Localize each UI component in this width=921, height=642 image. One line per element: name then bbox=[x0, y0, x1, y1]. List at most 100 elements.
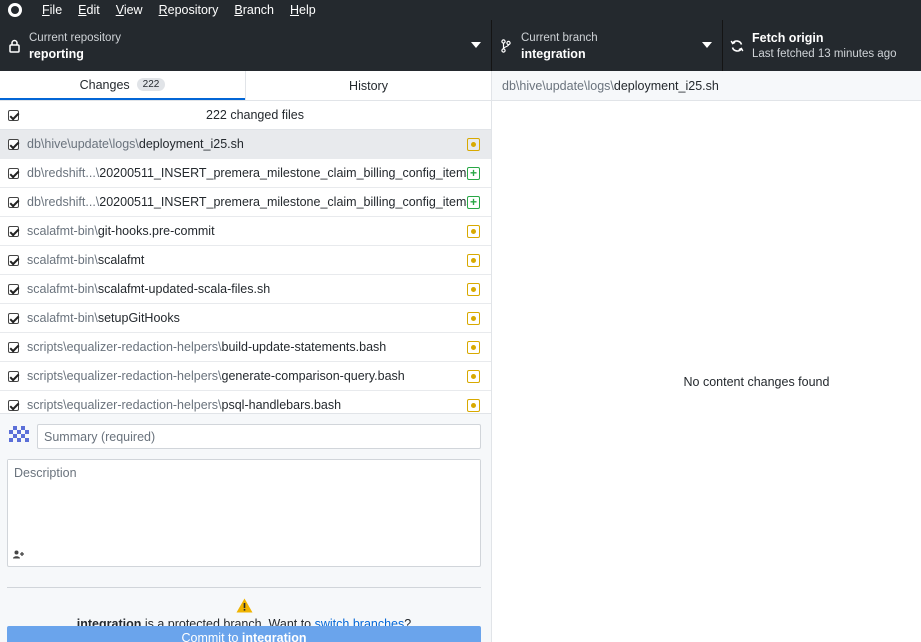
file-row[interactable]: scalafmt-bin\scalafmt-updated-scala-file… bbox=[0, 275, 491, 304]
commit-description-input[interactable] bbox=[8, 460, 480, 540]
commit-button-prefix: Commit to bbox=[181, 631, 242, 642]
file-checkbox[interactable] bbox=[8, 196, 19, 208]
current-branch-text: Current branch integration bbox=[521, 30, 598, 62]
current-repository-text: Current repository reporting bbox=[29, 30, 121, 62]
modified-status-icon bbox=[467, 253, 480, 267]
file-dir: db\redshift...\ bbox=[27, 166, 100, 180]
file-checkbox[interactable] bbox=[8, 312, 19, 324]
tab-history-label: History bbox=[349, 78, 388, 93]
diff-path-name: deployment_i25.sh bbox=[613, 78, 719, 93]
tab-history[interactable]: History bbox=[245, 71, 491, 100]
file-dir: db\hive\update\logs\ bbox=[27, 137, 139, 151]
menu-view[interactable]: View bbox=[108, 3, 151, 17]
file-checkbox[interactable] bbox=[8, 370, 19, 382]
commit-description-box bbox=[7, 459, 481, 567]
github-logo-icon bbox=[8, 3, 22, 17]
file-name: scalafmt-updated-scala-files.sh bbox=[97, 282, 271, 296]
file-checkbox[interactable] bbox=[8, 399, 19, 411]
file-path: scalafmt-bin\scalafmt bbox=[27, 253, 467, 267]
toolbar: Current repository reporting Current bra… bbox=[0, 20, 921, 71]
diff-path-dir: db\hive\update\logs\ bbox=[502, 78, 614, 93]
file-path: db\hive\update\logs\deployment_i25.sh bbox=[27, 137, 467, 151]
warning-icon bbox=[236, 598, 253, 613]
current-repository-button[interactable]: Current repository reporting bbox=[0, 20, 492, 71]
file-path: scalafmt-bin\scalafmt-updated-scala-file… bbox=[27, 282, 467, 296]
select-all-checkbox[interactable] bbox=[8, 109, 19, 121]
menu-help[interactable]: Help bbox=[282, 3, 324, 17]
fetch-origin-button[interactable]: Fetch origin Last fetched 13 minutes ago bbox=[723, 20, 921, 71]
protected-branch-warning: integration is a protected branch. Want … bbox=[7, 587, 481, 631]
file-row[interactable]: db\redshift...\20200511_INSERT_premera_m… bbox=[0, 188, 491, 217]
file-path: scalafmt-bin\setupGitHooks bbox=[27, 311, 467, 325]
file-row[interactable]: scripts\equalizer-redaction-helpers\psql… bbox=[0, 391, 491, 413]
file-name: deployment_i25.sh bbox=[138, 137, 244, 151]
file-checkbox[interactable] bbox=[8, 341, 19, 353]
added-status-icon: + bbox=[467, 195, 480, 209]
menu-edit[interactable]: Edit bbox=[70, 3, 108, 17]
menu-branch[interactable]: Branch bbox=[226, 3, 282, 17]
add-coauthor-icon[interactable] bbox=[13, 550, 25, 562]
file-row[interactable]: scripts\equalizer-redaction-helpers\buil… bbox=[0, 333, 491, 362]
file-name: generate-comparison-query.bash bbox=[221, 369, 405, 383]
commit-button[interactable]: Commit to integration bbox=[7, 626, 481, 642]
changes-count-badge: 222 bbox=[136, 78, 166, 91]
modified-status-icon bbox=[467, 282, 480, 296]
file-name: 20200511_INSERT_premera_milestone_claim_… bbox=[99, 166, 467, 180]
file-checkbox[interactable] bbox=[8, 138, 19, 150]
last-fetched-text: Last fetched 13 minutes ago bbox=[752, 47, 897, 60]
modified-status-icon bbox=[467, 398, 480, 412]
tab-bar: Changes 222 History bbox=[0, 71, 491, 101]
file-path: scripts\equalizer-redaction-helpers\psql… bbox=[27, 398, 467, 412]
modified-status-icon bbox=[467, 340, 480, 354]
menu-bar: File Edit View Repository Branch Help bbox=[0, 0, 921, 20]
file-path: scripts\equalizer-redaction-helpers\gene… bbox=[27, 369, 467, 383]
diff-file-path: db\hive\update\logs\ deployment_i25.sh bbox=[492, 71, 921, 101]
fetch-origin-text: Fetch origin Last fetched 13 minutes ago bbox=[752, 30, 897, 62]
file-name: build-update-statements.bash bbox=[221, 340, 387, 354]
file-checkbox[interactable] bbox=[8, 225, 19, 237]
file-path: db\redshift...\20200511_INSERT_premera_m… bbox=[27, 195, 467, 209]
current-branch-label: Current branch bbox=[521, 31, 598, 44]
file-dir: scalafmt-bin\ bbox=[27, 224, 98, 238]
chevron-down-icon bbox=[471, 42, 481, 48]
git-branch-icon bbox=[499, 38, 513, 53]
file-checkbox[interactable] bbox=[8, 254, 19, 266]
file-row[interactable]: db\redshift...\20200511_INSERT_premera_m… bbox=[0, 159, 491, 188]
file-name: git-hooks.pre-commit bbox=[97, 224, 215, 238]
modified-status-icon bbox=[467, 311, 480, 325]
commit-panel: integration is a protected branch. Want … bbox=[0, 413, 491, 642]
file-name: psql-handlebars.bash bbox=[221, 398, 342, 412]
file-path: scalafmt-bin\git-hooks.pre-commit bbox=[27, 224, 467, 238]
file-dir: db\redshift...\ bbox=[27, 195, 100, 209]
file-checkbox[interactable] bbox=[8, 283, 19, 295]
changes-header: 222 changed files bbox=[0, 101, 491, 130]
commit-button-branch: integration bbox=[241, 631, 307, 642]
modified-status-icon bbox=[467, 137, 480, 151]
file-row[interactable]: scalafmt-bin\git-hooks.pre-commit bbox=[0, 217, 491, 246]
fetch-origin-label: Fetch origin bbox=[752, 30, 824, 45]
menu-repository[interactable]: Repository bbox=[151, 3, 227, 17]
lock-icon bbox=[7, 39, 21, 53]
file-dir: scripts\equalizer-redaction-helpers\ bbox=[27, 369, 222, 383]
file-row[interactable]: db\hive\update\logs\deployment_i25.sh bbox=[0, 130, 491, 159]
current-branch-button[interactable]: Current branch integration bbox=[492, 20, 723, 71]
commit-summary-input[interactable] bbox=[37, 424, 481, 449]
modified-status-icon bbox=[467, 224, 480, 238]
file-dir: scalafmt-bin\ bbox=[27, 311, 98, 325]
file-dir: scripts\equalizer-redaction-helpers\ bbox=[27, 340, 222, 354]
file-row[interactable]: scalafmt-bin\setupGitHooks bbox=[0, 304, 491, 333]
file-name: setupGitHooks bbox=[97, 311, 180, 325]
file-row[interactable]: scripts\equalizer-redaction-helpers\gene… bbox=[0, 362, 491, 391]
chevron-down-icon bbox=[702, 42, 712, 48]
diff-pane: db\hive\update\logs\ deployment_i25.sh No… bbox=[492, 71, 921, 642]
file-dir: scalafmt-bin\ bbox=[27, 282, 98, 296]
sync-icon bbox=[730, 39, 744, 53]
current-repository-label: Current repository bbox=[29, 31, 122, 44]
file-name: scalafmt bbox=[97, 253, 145, 267]
file-row[interactable]: scalafmt-bin\scalafmt bbox=[0, 246, 491, 275]
file-dir: scripts\equalizer-redaction-helpers\ bbox=[27, 398, 222, 412]
current-repository-value: reporting bbox=[29, 46, 84, 61]
tab-changes[interactable]: Changes 222 bbox=[0, 71, 245, 100]
menu-file[interactable]: File bbox=[34, 3, 70, 17]
file-checkbox[interactable] bbox=[8, 167, 19, 179]
